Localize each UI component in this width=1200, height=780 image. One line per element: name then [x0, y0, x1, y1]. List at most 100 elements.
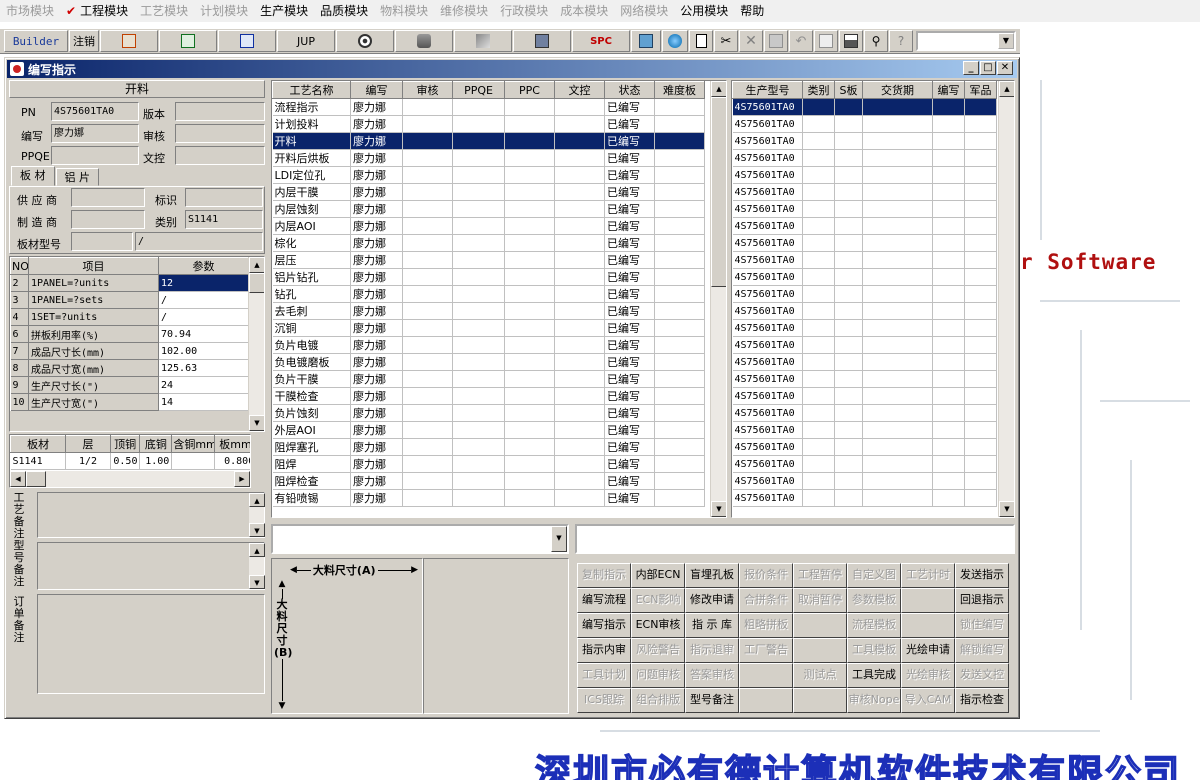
- param-header-no[interactable]: NO: [10, 257, 29, 275]
- save-button[interactable]: [764, 30, 788, 52]
- param-row[interactable]: 4 1SET=?units /: [10, 308, 249, 326]
- process-header[interactable]: PPQE: [452, 81, 505, 99]
- audit-field[interactable]: [175, 124, 265, 143]
- menu-item-11[interactable]: 公用模块: [674, 0, 734, 22]
- process-header[interactable]: 编写: [350, 81, 403, 99]
- process-row[interactable]: 铝片钻孔 廖力娜 已编写: [272, 268, 705, 286]
- model-row[interactable]: 4S75601TA0: [732, 370, 997, 388]
- board-model-field-2[interactable]: /: [135, 232, 263, 251]
- param-cell-value[interactable]: 125.63: [158, 359, 249, 377]
- model-row[interactable]: 4S75601TA0: [732, 455, 997, 473]
- param-cell-value[interactable]: 102.00: [158, 342, 249, 360]
- process-row[interactable]: 阻焊检查 廖力娜 已编写: [272, 472, 705, 490]
- scroll-thumb[interactable]: [249, 273, 264, 293]
- param-row[interactable]: 10 生产尺寸宽(") 14: [10, 393, 249, 411]
- process-row[interactable]: 去毛刺 廖力娜 已编写: [272, 302, 705, 320]
- action-button[interactable]: 工艺计时: [901, 563, 955, 588]
- process-row[interactable]: 流程指示 廖力娜 已编写: [272, 98, 705, 116]
- database-button[interactable]: [395, 30, 453, 52]
- process-row[interactable]: 负片干膜 廖力娜 已编写: [272, 370, 705, 388]
- process-memo[interactable]: ▲ ▼: [37, 492, 265, 538]
- param-cell-value[interactable]: 24: [158, 376, 249, 394]
- model-scrollbar[interactable]: ▲ ▼: [998, 81, 1014, 517]
- action-button[interactable]: 光绘申请: [901, 638, 955, 663]
- process-row[interactable]: 层压 廖力娜 已编写: [272, 251, 705, 269]
- powerpoint-export-button[interactable]: [100, 30, 158, 52]
- process-row[interactable]: 有铅喷锡 廖力娜 已编写: [272, 489, 705, 507]
- action-button[interactable]: 工具计划: [577, 663, 631, 688]
- model-header[interactable]: 交货期: [862, 81, 933, 99]
- chevron-down-icon[interactable]: ▼: [551, 526, 567, 552]
- model-row[interactable]: 4S75601TA0: [732, 336, 997, 354]
- action-button[interactable]: 盲埋孔板: [685, 563, 739, 588]
- menu-item-2[interactable]: 工艺模块: [134, 0, 194, 22]
- calculator-button[interactable]: [631, 30, 661, 52]
- process-row[interactable]: 干膜检查 廖力娜 已编写: [272, 387, 705, 405]
- param-header-item[interactable]: 项目: [28, 257, 159, 275]
- computer-button[interactable]: [513, 30, 571, 52]
- param-cell-value[interactable]: /: [158, 291, 249, 309]
- scroll-down-arrow[interactable]: ▼: [999, 501, 1014, 517]
- process-row[interactable]: 内层AOI 廖力娜 已编写: [272, 217, 705, 235]
- model-row[interactable]: 4S75601TA0: [732, 302, 997, 320]
- new-button[interactable]: [689, 30, 713, 52]
- action-button[interactable]: 审核Nope: [847, 688, 901, 713]
- action-button[interactable]: 工厂警告: [739, 638, 793, 663]
- param-row[interactable]: 9 生产尺寸长(") 24: [10, 376, 249, 394]
- scroll-up-arrow[interactable]: ▲: [249, 543, 265, 557]
- action-button[interactable]: 修改申请: [685, 588, 739, 613]
- scroll-thumb[interactable]: [711, 97, 726, 287]
- process-row[interactable]: 沉铜 廖力娜 已编写: [272, 319, 705, 337]
- model-row[interactable]: 4S75601TA0: [732, 98, 997, 116]
- model-row[interactable]: 4S75601TA0: [732, 132, 997, 150]
- process-row[interactable]: 负片电镀 廖力娜 已编写: [272, 336, 705, 354]
- action-button[interactable]: 报价条件: [739, 563, 793, 588]
- model-row[interactable]: 4S75601TA0: [732, 166, 997, 184]
- close-button[interactable]: ✕: [997, 61, 1013, 75]
- action-button[interactable]: 发送文控: [955, 663, 1009, 688]
- model-row[interactable]: 4S75601TA0: [732, 217, 997, 235]
- action-button[interactable]: 锁住编写: [955, 613, 1009, 638]
- action-button[interactable]: 测试点: [793, 663, 847, 688]
- action-button[interactable]: ICS跟踪: [577, 688, 631, 713]
- param-cell-value[interactable]: 70.94: [158, 325, 249, 343]
- cut-button[interactable]: ✂: [714, 30, 738, 52]
- param-scrollbar[interactable]: ▲ ▼: [248, 257, 264, 431]
- menu-item-1[interactable]: ✔ 工程模块: [60, 0, 134, 22]
- jup-button[interactable]: JUP: [277, 30, 335, 52]
- minimize-button[interactable]: _: [963, 61, 979, 75]
- param-header-value[interactable]: 参数: [158, 257, 249, 275]
- param-row[interactable]: 7 成品尺寸长(mm) 102.00: [10, 342, 249, 360]
- scroll-down-arrow[interactable]: ▼: [711, 501, 726, 517]
- model-row[interactable]: 4S75601TA0: [732, 404, 997, 422]
- menu-item-10[interactable]: 网络模块: [614, 0, 674, 22]
- board-model-field[interactable]: [71, 232, 133, 251]
- process-row[interactable]: 阻焊 廖力娜 已编写: [272, 455, 705, 473]
- process-header[interactable]: 工艺名称: [272, 81, 351, 99]
- menu-item-4[interactable]: 生产模块: [254, 0, 314, 22]
- scroll-up-arrow[interactable]: ▲: [999, 81, 1014, 97]
- view-button[interactable]: [336, 30, 394, 52]
- process-header[interactable]: 难度板: [654, 81, 705, 99]
- action-button[interactable]: 流程模板: [847, 613, 901, 638]
- material-header[interactable]: 含铜mm: [171, 435, 215, 453]
- model-row[interactable]: 4S75601TA0: [732, 285, 997, 303]
- process-row[interactable]: 开料后烘板 廖力娜 已编写: [272, 149, 705, 167]
- process-row[interactable]: 负片蚀刻 廖力娜 已编写: [272, 404, 705, 422]
- builder-button[interactable]: Builder: [4, 30, 68, 52]
- model-row[interactable]: 4S75601TA0: [732, 353, 997, 371]
- model-memo[interactable]: ▲ ▼: [37, 542, 265, 590]
- order-memo[interactable]: [37, 594, 265, 694]
- model-row[interactable]: 4S75601TA0: [732, 251, 997, 269]
- scroll-down-arrow[interactable]: ▼: [249, 415, 264, 431]
- material-header[interactable]: 板mm: [213, 435, 250, 453]
- scroll-left-arrow[interactable]: ◀: [10, 471, 26, 487]
- model-row[interactable]: 4S75601TA0: [732, 421, 997, 439]
- model-header[interactable]: 类别: [802, 81, 835, 99]
- network-button[interactable]: [454, 30, 512, 52]
- menu-item-8[interactable]: 行政模块: [494, 0, 554, 22]
- scroll-down-arrow[interactable]: ▼: [249, 523, 265, 537]
- model-row[interactable]: 4S75601TA0: [732, 387, 997, 405]
- param-row[interactable]: 6 拼板利用率(%) 70.94: [10, 325, 249, 343]
- process-row[interactable]: 阻焊塞孔 廖力娜 已编写: [272, 438, 705, 456]
